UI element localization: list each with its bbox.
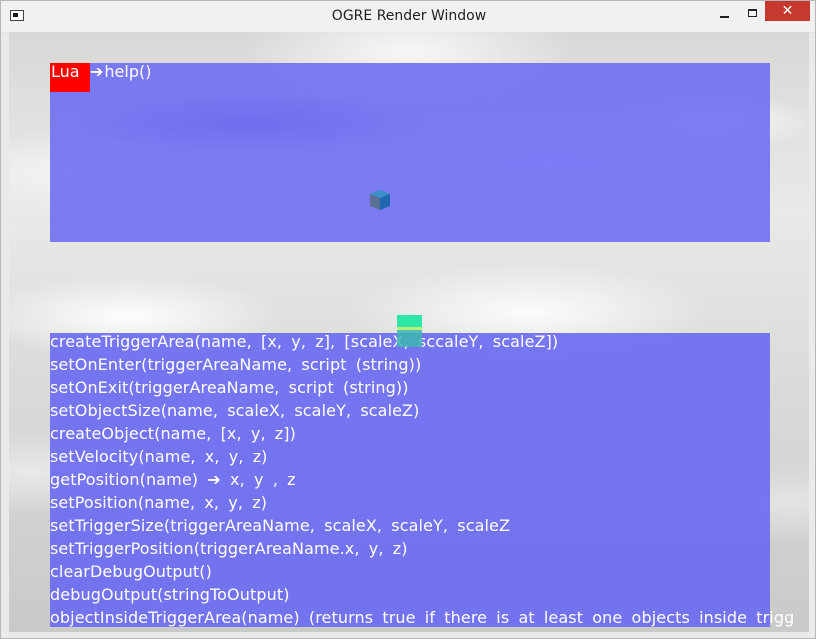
lua-console-panel[interactable]: Lua ➔help() xyxy=(50,63,770,242)
maximize-button[interactable] xyxy=(739,5,767,25)
help-line: setPosition(name, x, y, z) xyxy=(50,493,268,512)
help-line: objectInsideTriggerArea(name) (returns t… xyxy=(50,608,795,627)
help-line: createTriggerArea(name, [x, y, z], [scal… xyxy=(50,333,559,351)
blue-cube xyxy=(370,190,390,210)
help-line: getPosition(name) ➔ x, y , z xyxy=(50,470,296,489)
console-input-line[interactable]: ➔help() xyxy=(90,63,151,81)
help-line: setVelocity(name, x, y, z) xyxy=(50,447,268,466)
help-line: setTriggerSize(triggerAreaName, scaleX, … xyxy=(50,516,511,535)
help-output-text: createTriggerArea(name, [x, y, z], [scal… xyxy=(50,333,809,627)
title-bar[interactable]: OGRE Render Window ✕ xyxy=(1,1,815,33)
help-output-panel: createTriggerArea(name, [x, y, z], [scal… xyxy=(50,333,794,627)
console-input-text: help() xyxy=(104,62,152,81)
help-line: debugOutput(stringToOutput) xyxy=(50,585,290,604)
help-line: setObjectSize(name, scaleX, scaleY, scal… xyxy=(50,401,420,420)
minimize-button[interactable] xyxy=(711,5,739,25)
help-line: setOnExit(triggerAreaName, script (strin… xyxy=(50,378,409,397)
window-title: OGRE Render Window xyxy=(331,8,487,24)
help-line: createObject(name, [x, y, z]) xyxy=(50,424,296,443)
help-line: setOnEnter(triggerAreaName, script (stri… xyxy=(50,355,422,374)
render-viewport[interactable]: Lua ➔help() createTriggerArea(name, [x, … xyxy=(9,32,809,632)
prompt-arrow-icon: ➔ xyxy=(90,62,104,81)
help-line: setTriggerPosition(triggerAreaName.x, y,… xyxy=(50,539,408,558)
ogre-render-window: OGRE Render Window ✕ Lua ➔help() createT… xyxy=(0,0,816,639)
green-cube xyxy=(397,315,422,347)
lua-badge: Lua xyxy=(50,63,90,92)
help-line: clearDebugOutput() xyxy=(50,562,212,581)
close-button[interactable]: ✕ xyxy=(765,1,810,21)
